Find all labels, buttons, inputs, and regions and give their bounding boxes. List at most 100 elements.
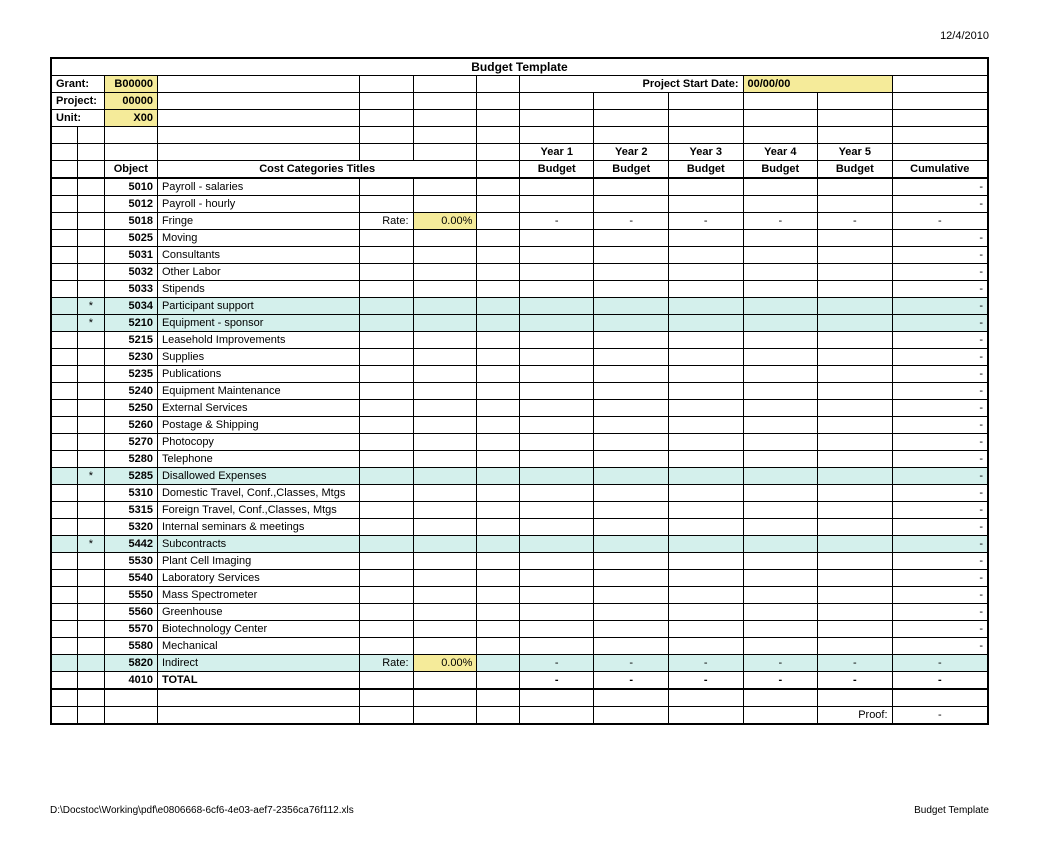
- cost-title: Plant Cell Imaging: [157, 553, 359, 570]
- cost-title: Other Labor: [157, 264, 359, 281]
- cost-title: Foreign Travel, Conf.,Classes, Mtgs: [157, 502, 359, 519]
- row-star: [78, 553, 105, 570]
- table-row: 5560Greenhouse-: [51, 604, 988, 621]
- row-star: [78, 519, 105, 536]
- cost-title: Fringe: [157, 213, 359, 230]
- table-row: 5530Plant Cell Imaging-: [51, 553, 988, 570]
- project-value: 00000: [104, 93, 157, 110]
- cost-title: Greenhouse: [157, 604, 359, 621]
- object-code: 5442: [104, 536, 157, 553]
- row-star: [78, 383, 105, 400]
- row-star: [78, 400, 105, 417]
- cost-title: External Services: [157, 400, 359, 417]
- start-date-label: Project Start Date:: [519, 76, 743, 93]
- object-code: 5530: [104, 553, 157, 570]
- proof-label: Proof:: [818, 707, 893, 725]
- row-star: [78, 349, 105, 366]
- object-code: 5235: [104, 366, 157, 383]
- cost-title: Indirect: [157, 655, 359, 672]
- object-code: 5250: [104, 400, 157, 417]
- object-code: 5215: [104, 332, 157, 349]
- grant-label: Grant:: [51, 76, 104, 93]
- row-star: [78, 502, 105, 519]
- row-star: [78, 264, 105, 281]
- object-code: 5240: [104, 383, 157, 400]
- sheet-title: Budget Template: [51, 58, 988, 76]
- row-star: [78, 332, 105, 349]
- object-code: 5820: [104, 655, 157, 672]
- cost-title: Domestic Travel, Conf.,Classes, Mtgs: [157, 485, 359, 502]
- col-object: Object: [104, 161, 157, 179]
- object-code: 5025: [104, 230, 157, 247]
- row-star: [78, 638, 105, 655]
- row-star: [78, 281, 105, 298]
- col-year5: Year 5: [818, 144, 893, 161]
- table-row: *5034Participant support-: [51, 298, 988, 315]
- table-row: 5320Internal seminars & meetings-: [51, 519, 988, 536]
- row-star: [78, 417, 105, 434]
- object-code: 5031: [104, 247, 157, 264]
- object-code: 5260: [104, 417, 157, 434]
- proof-value: -: [892, 707, 988, 725]
- row-star: [78, 655, 105, 672]
- row-star: [78, 247, 105, 264]
- cost-title: Telephone: [157, 451, 359, 468]
- table-row: 5033Stipends-: [51, 281, 988, 298]
- object-code: 5010: [104, 178, 157, 196]
- table-row: 5032Other Labor-: [51, 264, 988, 281]
- object-code: 5570: [104, 621, 157, 638]
- table-row: 5012Payroll - hourly-: [51, 196, 988, 213]
- cost-title: Laboratory Services: [157, 570, 359, 587]
- object-code: 5285: [104, 468, 157, 485]
- row-star: [78, 213, 105, 230]
- table-row: 5270Photocopy-: [51, 434, 988, 451]
- table-row: 5580Mechanical-: [51, 638, 988, 655]
- table-row: 5230Supplies-: [51, 349, 988, 366]
- row-star: [78, 604, 105, 621]
- rate-label: Rate:: [360, 213, 413, 230]
- footer-title: Budget Template: [914, 805, 989, 816]
- col-year2: Year 2: [594, 144, 669, 161]
- cost-title: TOTAL: [157, 672, 359, 690]
- cost-title: Mass Spectrometer: [157, 587, 359, 604]
- object-code: 5032: [104, 264, 157, 281]
- cost-title: Stipends: [157, 281, 359, 298]
- object-code: 5230: [104, 349, 157, 366]
- cost-title: Equipment - sponsor: [157, 315, 359, 332]
- table-row: *5210Equipment - sponsor-: [51, 315, 988, 332]
- table-row: 4010TOTAL------: [51, 672, 988, 690]
- row-star: [78, 570, 105, 587]
- object-code: 5310: [104, 485, 157, 502]
- row-star: [78, 230, 105, 247]
- table-row: 5025Moving-: [51, 230, 988, 247]
- cost-title: Payroll - hourly: [157, 196, 359, 213]
- rate-value: 0.00%: [413, 213, 477, 230]
- object-code: 5315: [104, 502, 157, 519]
- object-code: 5320: [104, 519, 157, 536]
- table-row: 5820IndirectRate:0.00%------: [51, 655, 988, 672]
- table-row: 5550Mass Spectrometer-: [51, 587, 988, 604]
- row-star: *: [78, 298, 105, 315]
- grant-value: B00000: [104, 76, 157, 93]
- col-cumulative: Cumulative: [892, 161, 988, 179]
- object-code: 5580: [104, 638, 157, 655]
- row-star: [78, 451, 105, 468]
- row-star: *: [78, 536, 105, 553]
- cost-title: Publications: [157, 366, 359, 383]
- row-star: [78, 178, 105, 196]
- object-code: 5280: [104, 451, 157, 468]
- table-row: *5442Subcontracts-: [51, 536, 988, 553]
- cost-title: Biotechnology Center: [157, 621, 359, 638]
- col-year3: Year 3: [669, 144, 744, 161]
- object-code: 5033: [104, 281, 157, 298]
- start-date-value: 00/00/00: [743, 76, 892, 93]
- table-row: 5235Publications-: [51, 366, 988, 383]
- object-code: 5018: [104, 213, 157, 230]
- row-star: [78, 434, 105, 451]
- table-row: 5031Consultants-: [51, 247, 988, 264]
- row-star: *: [78, 315, 105, 332]
- row-star: [78, 196, 105, 213]
- table-row: 5540Laboratory Services-: [51, 570, 988, 587]
- table-row: 5315Foreign Travel, Conf.,Classes, Mtgs-: [51, 502, 988, 519]
- table-row: 5215Leasehold Improvements-: [51, 332, 988, 349]
